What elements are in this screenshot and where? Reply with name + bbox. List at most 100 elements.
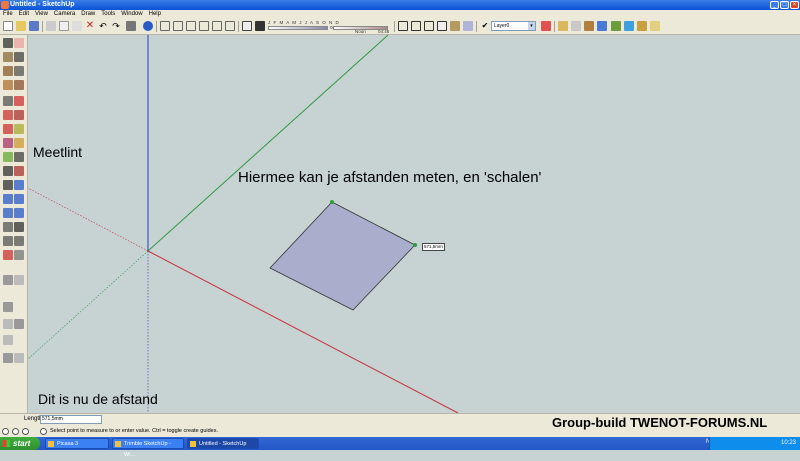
move-tool-icon[interactable]: [3, 110, 13, 120]
layer-manager-icon[interactable]: [541, 21, 551, 31]
pan-tool-icon[interactable]: [3, 194, 13, 204]
get-models-icon[interactable]: [611, 21, 621, 31]
cut-icon[interactable]: [46, 21, 56, 31]
new-file-icon[interactable]: [3, 21, 13, 31]
user-icon[interactable]: [22, 428, 29, 435]
section-plane-icon[interactable]: [558, 21, 568, 31]
circle-tool-icon[interactable]: [3, 80, 13, 90]
paste-icon[interactable]: [72, 21, 82, 31]
text-tool-icon[interactable]: [3, 166, 13, 176]
shaded-style-icon[interactable]: [437, 21, 447, 31]
maximize-button[interactable]: □: [780, 1, 789, 9]
geolocation-icon[interactable]: [2, 428, 9, 435]
print-icon[interactable]: [126, 21, 136, 31]
model-info-icon[interactable]: [143, 21, 153, 31]
help-icon[interactable]: [40, 428, 47, 435]
menu-tools[interactable]: Tools: [98, 10, 118, 19]
wireframe-style-icon[interactable]: [411, 21, 421, 31]
redo-icon[interactable]: ↷: [111, 21, 121, 31]
eraser-tool-icon[interactable]: [14, 38, 24, 48]
copy-icon[interactable]: [59, 21, 69, 31]
front-view-icon[interactable]: [186, 21, 196, 31]
orbit-tool-icon[interactable]: [14, 180, 24, 190]
shadow-toggle-icon[interactable]: [255, 21, 265, 31]
layer-check-icon[interactable]: ✔: [480, 21, 490, 31]
menu-camera[interactable]: Camera: [51, 10, 78, 19]
rectangle-tool-icon[interactable]: [3, 66, 13, 76]
extra-tool-icon[interactable]: [3, 275, 13, 285]
shadow-settings-icon[interactable]: [242, 21, 252, 31]
share-model-icon[interactable]: [624, 21, 634, 31]
zoom-tool-icon[interactable]: [14, 194, 24, 204]
tape-measure-icon[interactable]: [14, 138, 24, 148]
shadow-date-slider[interactable]: [268, 26, 328, 30]
previous-view-icon[interactable]: [3, 222, 13, 232]
menu-view[interactable]: View: [32, 10, 51, 19]
extra-tool-icon[interactable]: [3, 335, 13, 345]
minimize-button[interactable]: _: [770, 1, 779, 9]
dimension-tool-icon[interactable]: [3, 152, 13, 162]
section-display-icon[interactable]: [571, 21, 581, 31]
sandbox-icon[interactable]: [14, 250, 24, 260]
extra-tool-icon[interactable]: [14, 319, 24, 329]
position-camera-icon[interactable]: [14, 222, 24, 232]
axes-tool-icon[interactable]: [14, 166, 24, 176]
menu-window[interactable]: Window: [118, 10, 145, 19]
freehand-tool-icon[interactable]: [3, 96, 13, 106]
model-viewport[interactable]: [28, 35, 800, 413]
look-around-icon[interactable]: [14, 236, 24, 246]
rectangle-face[interactable]: [269, 201, 416, 311]
taskbar-item-sketchup[interactable]: Untitled - SketchUp: [187, 438, 259, 449]
zoom-extents-icon[interactable]: [14, 208, 24, 218]
menu-help[interactable]: Help: [146, 10, 164, 19]
rotate-tool-icon[interactable]: [14, 110, 24, 120]
menu-file[interactable]: File: [0, 10, 16, 19]
extra-tool-icon[interactable]: [3, 302, 13, 312]
save-icon[interactable]: [29, 21, 39, 31]
taskbar-item-picasa[interactable]: Picasa 3: [45, 438, 109, 449]
drawing-area[interactable]: Meetlint Hiermee kan je afstanden meten,…: [28, 35, 800, 413]
follow-me-icon[interactable]: [3, 124, 13, 134]
textured-style-icon[interactable]: [450, 21, 460, 31]
close-button[interactable]: ×: [790, 1, 799, 9]
section-plane-tool-icon[interactable]: [3, 250, 13, 260]
xray-style-icon[interactable]: [398, 21, 408, 31]
pencil-line-icon[interactable]: [14, 52, 24, 62]
zoom-window-icon[interactable]: [3, 208, 13, 218]
credits-icon[interactable]: [12, 428, 19, 435]
length-value-box[interactable]: 571,5mm: [40, 415, 102, 424]
select-tool-icon[interactable]: [3, 38, 13, 48]
iso-view-icon[interactable]: [160, 21, 170, 31]
push-pull-icon[interactable]: [14, 96, 24, 106]
scale-tool-icon[interactable]: [14, 124, 24, 134]
monochrome-style-icon[interactable]: [463, 21, 473, 31]
section-cut-icon[interactable]: [584, 21, 594, 31]
3d-text-icon[interactable]: [3, 180, 13, 190]
arc-tool-icon[interactable]: [14, 66, 24, 76]
offset-tool-icon[interactable]: [3, 138, 13, 148]
extra-tool-icon[interactable]: [14, 353, 24, 363]
taskbar-item-trimble[interactable]: Trimble SketchUp - Wi...: [112, 438, 184, 458]
back-view-icon[interactable]: [212, 21, 222, 31]
menu-draw[interactable]: Draw: [78, 10, 98, 19]
google-earth-icon[interactable]: [597, 21, 607, 31]
components-icon[interactable]: [637, 21, 647, 31]
chevron-down-icon[interactable]: ▾: [528, 22, 535, 30]
undo-icon[interactable]: ↶: [98, 21, 108, 31]
menu-edit[interactable]: Edit: [16, 10, 32, 19]
layer-dropdown[interactable]: Layer0 ▾: [491, 21, 536, 31]
polygon-tool-icon[interactable]: [14, 80, 24, 90]
right-view-icon[interactable]: [199, 21, 209, 31]
left-view-icon[interactable]: [225, 21, 235, 31]
extra-tool-icon[interactable]: [3, 353, 13, 363]
extra-tool-icon[interactable]: [3, 319, 13, 329]
walk-tool-icon[interactable]: [3, 236, 13, 246]
protractor-tool-icon[interactable]: [14, 152, 24, 162]
erase-x-icon[interactable]: ✕: [85, 21, 95, 31]
top-view-icon[interactable]: [173, 21, 183, 31]
paint-bucket-icon[interactable]: [3, 52, 13, 62]
extra-tool-icon[interactable]: [14, 275, 24, 285]
hidden-line-style-icon[interactable]: [424, 21, 434, 31]
materials-icon[interactable]: [650, 21, 660, 31]
open-file-icon[interactable]: [16, 21, 26, 31]
